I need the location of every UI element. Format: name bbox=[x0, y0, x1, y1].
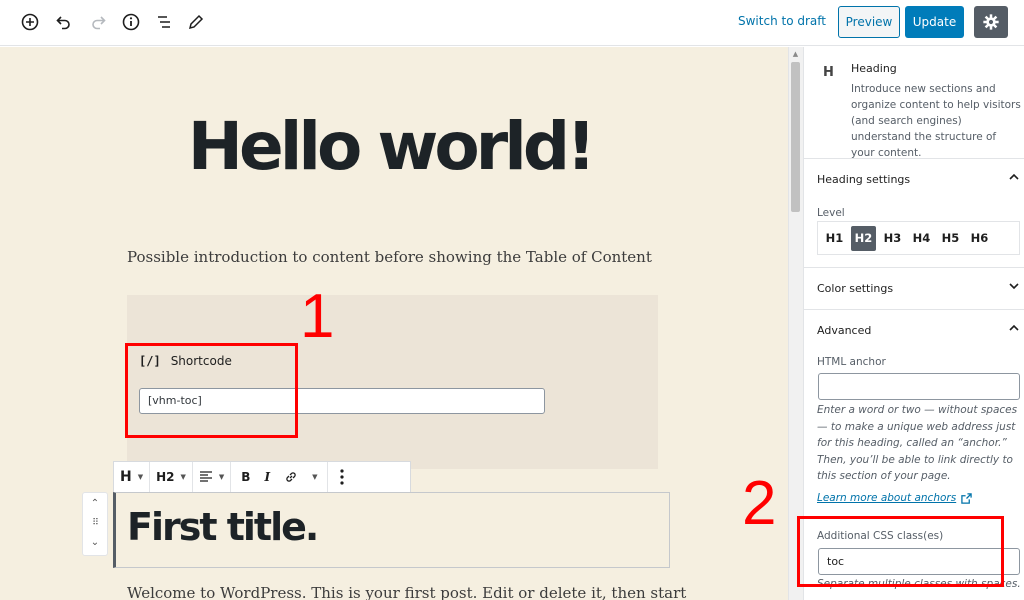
heading-level-buttons: H1 H2 H3 H4 H5 H6 bbox=[817, 221, 1020, 255]
drag-handle-icon[interactable]: ⠿ bbox=[83, 518, 107, 528]
html-anchor-help: Enter a word or two — without spaces — t… bbox=[817, 404, 1018, 482]
chevron-down-icon bbox=[1009, 283, 1019, 290]
block-card-title: Heading bbox=[851, 62, 897, 75]
block-mover: ⌃ ⠿ ⌄ bbox=[82, 492, 108, 556]
heading-level-dropdown[interactable]: H2 ▼ bbox=[150, 462, 193, 492]
chevron-down-icon: ▼ bbox=[218, 473, 225, 481]
italic-button[interactable]: I bbox=[264, 470, 270, 484]
align-dropdown[interactable]: ▼ bbox=[193, 462, 232, 492]
settings-button[interactable] bbox=[974, 6, 1008, 38]
annotation-number-2: 2 bbox=[742, 469, 777, 538]
panel-title: Color settings bbox=[817, 282, 894, 295]
editor-header: Switch to draft Preview Update bbox=[0, 0, 1024, 46]
move-up-icon[interactable]: ⌃ bbox=[83, 498, 107, 509]
block-navigation-icon[interactable] bbox=[151, 9, 177, 35]
scroll-up-arrow-icon[interactable]: ▲ bbox=[791, 50, 800, 58]
post-title[interactable]: Hello world! bbox=[150, 108, 630, 185]
align-left-icon bbox=[199, 471, 212, 482]
color-settings-panel-toggle[interactable]: Color settings bbox=[804, 268, 1024, 310]
editor-scrollbar-thumb[interactable] bbox=[791, 62, 800, 212]
heading-icon: H bbox=[823, 65, 834, 80]
block-card-description: Introduce new sections and organize cont… bbox=[851, 83, 1021, 159]
link-icon[interactable] bbox=[284, 470, 298, 484]
block-type-switcher[interactable]: H ▼ bbox=[114, 462, 151, 492]
html-anchor-input[interactable] bbox=[818, 373, 1020, 400]
add-block-icon[interactable] bbox=[17, 9, 43, 35]
switch-to-draft-button[interactable]: Switch to draft bbox=[738, 14, 826, 28]
edit-mode-icon[interactable] bbox=[183, 9, 209, 35]
more-formats-chevron-icon[interactable]: ▼ bbox=[312, 473, 317, 481]
chevron-up-icon bbox=[1009, 173, 1019, 180]
redo-icon[interactable] bbox=[85, 9, 111, 35]
undo-icon[interactable] bbox=[51, 9, 77, 35]
intro-paragraph[interactable]: Possible introduction to content before … bbox=[127, 248, 652, 266]
welcome-paragraph[interactable]: Welcome to WordPress. This is your first… bbox=[127, 584, 686, 600]
level-h2-button[interactable]: H2 bbox=[851, 225, 876, 251]
preview-button[interactable]: Preview bbox=[838, 6, 900, 38]
block-card: H Heading Introduce new sections and org… bbox=[804, 47, 1024, 159]
level-h6-button[interactable]: H6 bbox=[967, 226, 992, 251]
annotation-box-2 bbox=[797, 516, 1004, 587]
chevron-down-icon: ▼ bbox=[137, 473, 144, 481]
panel-title: Advanced bbox=[817, 324, 872, 337]
advanced-panel-toggle[interactable]: Advanced bbox=[804, 310, 1024, 352]
annotation-number-1: 1 bbox=[300, 282, 335, 351]
bold-button[interactable]: B bbox=[241, 470, 250, 484]
move-down-icon[interactable]: ⌄ bbox=[83, 537, 107, 548]
format-controls: B I ▼ bbox=[231, 462, 329, 492]
heading-text[interactable]: First title. bbox=[127, 505, 319, 549]
html-anchor-label: HTML anchor bbox=[817, 356, 886, 368]
level-h3-button[interactable]: H3 bbox=[880, 226, 905, 251]
level-label: Level bbox=[817, 207, 845, 219]
more-options-button[interactable] bbox=[328, 462, 356, 492]
learn-more-text: Learn more about anchors bbox=[817, 492, 957, 504]
chevron-up-icon bbox=[1009, 324, 1019, 331]
level-h5-button[interactable]: H5 bbox=[938, 226, 963, 251]
learn-more-anchors-link[interactable]: Learn more about anchors bbox=[817, 492, 972, 504]
level-h4-button[interactable]: H4 bbox=[909, 226, 934, 251]
external-link-icon bbox=[961, 492, 972, 504]
panel-title: Heading settings bbox=[817, 173, 911, 186]
gear-icon bbox=[983, 14, 999, 30]
heading-level-label: H2 bbox=[156, 470, 175, 484]
chevron-down-icon: ▼ bbox=[180, 473, 186, 481]
heading-block-icon: H bbox=[120, 469, 132, 485]
kebab-menu-icon bbox=[340, 469, 345, 485]
annotation-box-1 bbox=[125, 343, 298, 438]
level-h1-button[interactable]: H1 bbox=[822, 226, 847, 251]
block-toolbar: H ▼ H2 ▼ ▼ B I ▼ bbox=[113, 461, 411, 493]
update-button[interactable]: Update bbox=[905, 6, 964, 38]
info-icon[interactable] bbox=[118, 9, 144, 35]
heading-settings-panel-toggle[interactable]: Heading settings bbox=[804, 159, 1024, 201]
